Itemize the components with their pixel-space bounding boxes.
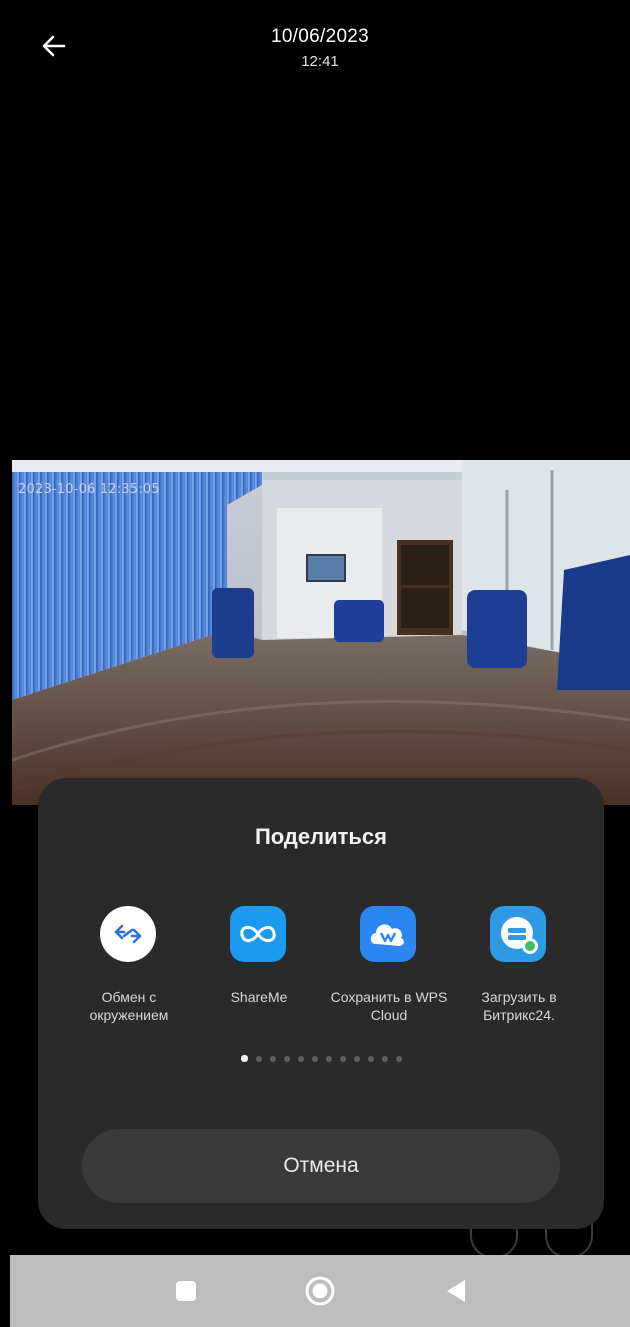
share-sheet: Поделиться Обмен с окружением ShareMe Со… bbox=[38, 778, 604, 1229]
nearby-share-icon bbox=[100, 906, 156, 962]
page-dot bbox=[339, 1056, 346, 1062]
bitrix24-icon bbox=[490, 906, 546, 962]
share-app-bitrix24[interactable]: Загрузить в Битрикс24. bbox=[456, 906, 582, 1046]
share-app-label: ShareMe bbox=[230, 989, 288, 1005]
share-app-nearby[interactable]: Обмен с окружением bbox=[66, 906, 192, 1046]
share-app-label: Загрузить в Битрикс24. bbox=[481, 989, 557, 1023]
page-dot bbox=[367, 1056, 374, 1062]
wps-cloud-icon bbox=[360, 906, 416, 962]
share-app-wps-cloud[interactable]: Сохранить в WPS Cloud bbox=[326, 906, 452, 1046]
home-circle-icon[interactable] bbox=[302, 1273, 338, 1309]
office-room-illustration bbox=[12, 460, 630, 805]
page-dot bbox=[297, 1056, 304, 1062]
header: 10/06/2023 12:41 bbox=[10, 8, 630, 88]
page-dot bbox=[381, 1056, 388, 1062]
page-dot bbox=[325, 1056, 332, 1062]
photo-timestamp-overlay: 2023-10-06 12:35:05 bbox=[18, 482, 160, 497]
share-app-label: Сохранить в WPS Cloud bbox=[330, 989, 448, 1023]
photo-date: 10/06/2023 bbox=[270, 26, 370, 47]
system-navigation-bar bbox=[10, 1255, 630, 1327]
share-sheet-title: Поделиться bbox=[254, 824, 388, 849]
cancel-button[interactable]: Отмена bbox=[82, 1129, 560, 1203]
recents-square-icon[interactable] bbox=[168, 1273, 204, 1309]
share-app-shareme[interactable]: ShareMe bbox=[196, 906, 322, 1046]
page-dot-active bbox=[240, 1055, 248, 1062]
share-app-label: Обмен с окружением bbox=[89, 989, 169, 1023]
photo-image[interactable]: 2023-10-06 12:35:05 bbox=[12, 460, 630, 805]
page-dot bbox=[255, 1056, 262, 1062]
back-triangle-icon[interactable] bbox=[438, 1273, 474, 1309]
page-indicator bbox=[38, 1055, 604, 1062]
page-dot bbox=[353, 1056, 360, 1062]
page-dot bbox=[395, 1056, 402, 1062]
page-dot bbox=[283, 1056, 290, 1062]
photo-time: 12:41 bbox=[301, 53, 339, 70]
page-dot bbox=[269, 1056, 276, 1062]
shareme-icon bbox=[230, 906, 286, 962]
photo-viewer-screen: 10/06/2023 12:41 2023-10-06 12:35:05 Под… bbox=[10, 8, 630, 1327]
share-app-list: Обмен с окружением ShareMe Сохранить в W… bbox=[66, 906, 586, 1046]
page-dot bbox=[311, 1056, 318, 1062]
